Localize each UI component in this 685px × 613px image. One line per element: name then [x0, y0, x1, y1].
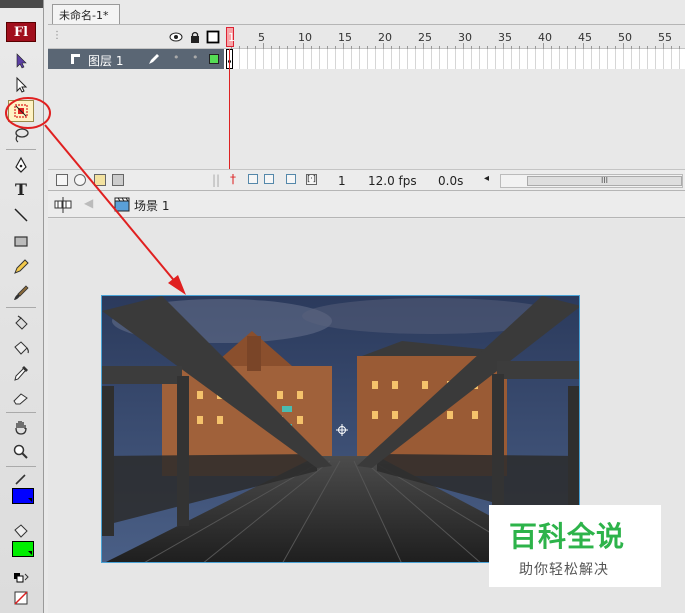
- center-frame-icon[interactable]: †: [230, 172, 236, 186]
- layer-icon: [71, 54, 80, 64]
- tools-panel: Fl T: [0, 0, 44, 613]
- fill-bucket-icon: [8, 520, 34, 542]
- scene-label[interactable]: 场景 1: [134, 197, 169, 214]
- pencil-edit-icon: [149, 54, 159, 64]
- watermark: 百科全说 助你轻松解决: [489, 505, 661, 587]
- lock-icon[interactable]: [188, 30, 202, 44]
- new-folder-icon[interactable]: [94, 174, 106, 186]
- frame-number-55: 55: [658, 31, 672, 44]
- frame-number-10: 10: [298, 31, 312, 44]
- outline-icon[interactable]: [206, 30, 220, 44]
- flash-logo: Fl: [6, 22, 36, 42]
- toolbar-grip[interactable]: [0, 0, 43, 8]
- text-tool-icon[interactable]: T: [8, 178, 34, 200]
- zoom-tool-icon[interactable]: [8, 441, 34, 463]
- stroke-pencil-icon: [8, 468, 34, 490]
- timeline-scrollbar[interactable]: III: [500, 174, 683, 188]
- panel-grip-icon[interactable]: ⋮: [52, 30, 66, 44]
- delete-layer-icon[interactable]: [112, 174, 124, 186]
- document-tab[interactable]: 未命名-1*: [52, 4, 120, 24]
- layer-row[interactable]: 图层 1 • •: [48, 49, 685, 69]
- toolbar-divider: [6, 149, 36, 150]
- scroll-left-arrow[interactable]: ◂: [484, 173, 489, 184]
- modify-onion-markers-icon[interactable]: [·]: [306, 174, 317, 185]
- no-color-icon[interactable]: [8, 590, 34, 606]
- eraser-tool-icon[interactable]: [8, 387, 34, 409]
- frame-number-20: 20: [378, 31, 392, 44]
- lasso-tool-icon[interactable]: [8, 124, 34, 146]
- hand-tool-icon[interactable]: [8, 416, 34, 438]
- layer-outline-color[interactable]: [209, 54, 219, 64]
- layer-name[interactable]: 图层 1: [88, 52, 123, 69]
- selection-tool-icon[interactable]: [8, 50, 34, 72]
- new-layer-icon[interactable]: [56, 174, 68, 186]
- frame-rate[interactable]: 12.0 fps: [368, 174, 417, 188]
- frame-ruler[interactable]: 1 5 10 15 20 25 30 35 40 45 50 55: [224, 25, 685, 49]
- frame-number-50: 50: [618, 31, 632, 44]
- pen-tool-icon[interactable]: [8, 154, 34, 176]
- frame-number-5: 5: [258, 31, 265, 44]
- layer-frames[interactable]: [224, 49, 685, 69]
- timeline-panel: ⋮ 1 5 10 15 20 25 30 35 40 45 50 55 图层 1 • •: [48, 24, 685, 191]
- layer-visibility-dot[interactable]: •: [173, 51, 180, 64]
- watermark-title: 百科全说: [509, 520, 626, 553]
- current-frame: 1: [338, 174, 346, 188]
- subselection-tool-icon[interactable]: [8, 74, 34, 96]
- free-transform-tool-icon[interactable]: [8, 100, 34, 122]
- toolbar-divider: [6, 307, 36, 308]
- rectangle-tool-icon[interactable]: [8, 230, 34, 252]
- eyedropper-tool-icon[interactable]: [8, 362, 34, 384]
- edit-bar: ◀ 场景 1: [48, 190, 685, 218]
- swap-colors-icon[interactable]: [8, 572, 34, 588]
- frame-number-45: 45: [578, 31, 592, 44]
- watermark-subtitle: 助你轻松解决: [519, 562, 609, 578]
- back-arrow-icon[interactable]: ◀: [84, 196, 93, 210]
- toolbar-divider: [6, 466, 36, 467]
- line-tool-icon[interactable]: [8, 204, 34, 226]
- new-guide-layer-icon[interactable]: [74, 174, 86, 186]
- frame-number-1: 1: [228, 31, 235, 44]
- brush-tool-icon[interactable]: [8, 282, 34, 304]
- pencil-tool-icon[interactable]: [8, 256, 34, 278]
- toolbar-divider: [6, 412, 36, 413]
- frame-number-40: 40: [538, 31, 552, 44]
- edit-multiple-frames-icon[interactable]: [286, 174, 296, 184]
- timeline-header: ⋮ 1 5 10 15 20 25 30 35 40 45 50 55: [48, 25, 685, 49]
- elapsed-time: 0.0s: [438, 174, 464, 188]
- onion-skin-outlines-icon[interactable]: [264, 174, 274, 184]
- onion-skin-icon[interactable]: [248, 174, 258, 184]
- frame-number-35: 35: [498, 31, 512, 44]
- timeline-toggle-icon[interactable]: [54, 197, 72, 213]
- eye-icon[interactable]: [169, 30, 183, 44]
- scene-clapper-icon: [114, 197, 130, 212]
- ink-bottle-tool-icon[interactable]: [8, 312, 34, 334]
- layer-info[interactable]: 图层 1 • •: [48, 49, 224, 69]
- paint-bucket-tool-icon[interactable]: [8, 337, 34, 359]
- footer-grip: ||: [212, 173, 221, 187]
- frame-number-25: 25: [418, 31, 432, 44]
- fill-color-swatch[interactable]: [12, 541, 34, 557]
- frame-number-15: 15: [338, 31, 352, 44]
- frame-number-30: 30: [458, 31, 472, 44]
- flash-app-window: Fl T 未命名-1* ⋮ 1 5 10 15 20 25 30 35 40 4…: [0, 0, 685, 613]
- timeline-footer: || † [·] 1 12.0 fps 0.0s ◂ III: [48, 169, 685, 191]
- layer-lock-dot[interactable]: •: [192, 51, 199, 64]
- scrollbar-thumb[interactable]: III: [527, 176, 682, 186]
- stroke-color-swatch[interactable]: [12, 488, 34, 504]
